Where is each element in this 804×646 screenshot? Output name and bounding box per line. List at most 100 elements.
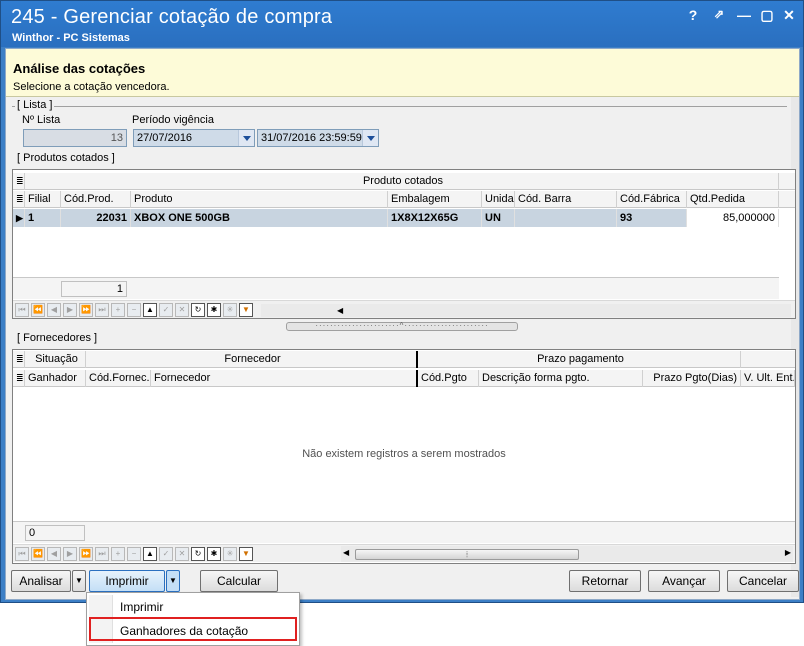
refresh-icon[interactable]: ↻ [191, 303, 205, 317]
col-v-ult-ent[interactable]: V. Ult. Ent. [741, 370, 795, 387]
nro-lista-field[interactable]: 13 [23, 129, 127, 147]
close-icon[interactable]: ✕ [780, 7, 798, 24]
filter-icon[interactable]: ▼ [239, 547, 253, 561]
fornecedores-hscroll[interactable]: ◀ ⦙ ▶ [341, 546, 793, 562]
lista-group-title: [ Lista ] [15, 99, 55, 111]
cell-qtd-pedida: 85,000000 [687, 209, 779, 227]
minimize-icon[interactable]: — [735, 7, 753, 23]
produtos-navigator: ⏮ ⏪ ◀ ▶ ⏩ ⏭ + − ▲ ✓ ✕ ↻ ✱ ✳ ▼ ◀ [13, 300, 795, 318]
col-cod-prod[interactable]: Cód.Prod. [61, 191, 131, 208]
first-record-icon[interactable]: ⏮ [15, 547, 29, 561]
edit-icon[interactable]: ▲ [143, 547, 157, 561]
page-header: Análise das cotações Selecione a cotação… [6, 49, 799, 97]
calcular-custo-button[interactable]: Calcular Custo [200, 570, 278, 608]
imprimir-menu: Imprimir Ganhadores da cotação [86, 592, 300, 646]
prev-record-icon[interactable]: ◀ [47, 303, 61, 317]
grid-menu-icon[interactable]: ≣ [13, 191, 25, 208]
produtos-hscroll[interactable]: ◀ [261, 304, 791, 317]
fornecedores-band-header: ≣ Situação Fornecedor Prazo pagamento [13, 351, 795, 368]
imprimir-dropdown-icon[interactable]: ▼ [166, 570, 180, 592]
menu-item-imprimir[interactable]: Imprimir [89, 595, 297, 619]
next-record-icon[interactable]: ▶ [63, 303, 77, 317]
scroll-right-icon[interactable]: ▶ [785, 548, 791, 557]
page-instruction: Selecione a cotação vencedora. [13, 81, 170, 93]
chevron-down-icon[interactable] [362, 130, 378, 146]
insert-icon[interactable]: + [111, 303, 125, 317]
grid-menu-icon[interactable]: ≣ [13, 173, 25, 190]
col-prazo-pgto[interactable]: Prazo Pgto(Dias) [643, 370, 741, 387]
col-qtd-pedida[interactable]: Qtd.Pedida [687, 191, 779, 208]
post-icon[interactable]: ✓ [159, 547, 173, 561]
col-descricao-forma-pgto[interactable]: Descrição forma pgto. [479, 370, 643, 387]
next-page-icon[interactable]: ⏩ [79, 547, 93, 561]
splitter-handle[interactable]: ·······················^················… [286, 322, 518, 331]
band-fornecedor: Fornecedor [86, 351, 418, 368]
col-filial[interactable]: Filial [25, 191, 61, 208]
delete-icon[interactable]: − [127, 303, 141, 317]
cancelar-button[interactable]: Cancelar [727, 570, 799, 592]
goto-bookmark-icon[interactable]: ✳ [223, 303, 237, 317]
cancel-edit-icon[interactable]: ✕ [175, 547, 189, 561]
col-ganhador[interactable]: Ganhador [25, 370, 86, 387]
grid-menu-icon[interactable]: ≣ [13, 370, 25, 387]
cell-unidade: UN [482, 209, 515, 227]
bookmark-icon[interactable]: ✱ [207, 547, 221, 561]
cell-cod-barra [515, 209, 617, 227]
edit-icon[interactable]: ▲ [143, 303, 157, 317]
first-record-icon[interactable]: ⏮ [15, 303, 29, 317]
prev-page-icon[interactable]: ⏪ [31, 547, 45, 561]
prev-page-icon[interactable]: ⏪ [31, 303, 45, 317]
prev-record-icon[interactable]: ◀ [47, 547, 61, 561]
col-embalagem[interactable]: Embalagem [388, 191, 482, 208]
col-unidade[interactable]: Unida [482, 191, 515, 208]
cancel-edit-icon[interactable]: ✕ [175, 303, 189, 317]
date-start-value: 27/07/2016 [137, 132, 193, 144]
delete-icon[interactable]: − [127, 547, 141, 561]
grid-menu-icon[interactable]: ≣ [13, 351, 25, 368]
date-start-picker[interactable]: 27/07/2016 [133, 129, 255, 147]
imprimir-button[interactable]: Imprimir [89, 570, 165, 592]
fornecedores-column-header: ≣ Ganhador Cód.Fornec. Fornecedor Cód.Pg… [13, 370, 795, 387]
next-record-icon[interactable]: ▶ [63, 547, 77, 561]
table-row[interactable]: ▶ 1 22031 XBOX ONE 500GB 1X8X12X65G UN 9… [13, 209, 779, 227]
last-record-icon[interactable]: ⏭ [95, 547, 109, 561]
band-prazo-pagamento: Prazo pagamento [418, 351, 741, 368]
last-record-icon[interactable]: ⏭ [95, 303, 109, 317]
fornecedores-grid: ≣ Situação Fornecedor Prazo pagamento ≣ … [12, 349, 796, 564]
date-end-picker[interactable]: 31/07/2016 23:59:59 [257, 129, 379, 147]
col-cod-fabrica[interactable]: Cód.Fábrica [617, 191, 687, 208]
date-end-value: 31/07/2016 23:59:59 [261, 132, 362, 144]
col-cod-fornec[interactable]: Cód.Fornec. [86, 370, 151, 387]
goto-bookmark-icon[interactable]: ✳ [223, 547, 237, 561]
help-icon[interactable]: ? [684, 7, 702, 23]
chevron-down-icon[interactable] [238, 130, 254, 146]
filter-icon[interactable]: ▼ [239, 303, 253, 317]
window-subtitle: Winthor - PC Sistemas [12, 32, 130, 44]
fornecedores-group-title: [ Fornecedores ] [15, 332, 100, 344]
window-title: 245 - Gerenciar cotação de compra [11, 6, 333, 28]
menu-item-ganhadores-da-cotacao[interactable]: Ganhadores da cotação [89, 617, 297, 641]
scroll-thumb[interactable]: ⦙ [355, 549, 579, 560]
refresh-icon[interactable]: ↻ [191, 547, 205, 561]
produtos-count: 1 [61, 281, 127, 297]
client-area: Análise das cotações Selecione a cotação… [5, 48, 800, 608]
col-cod-pgto[interactable]: Cód.Pgto [418, 370, 479, 387]
col-produto[interactable]: Produto [131, 191, 388, 208]
analisar-dropdown-icon[interactable]: ▼ [72, 570, 86, 592]
post-icon[interactable]: ✓ [159, 303, 173, 317]
col-fornecedor[interactable]: Fornecedor [151, 370, 418, 387]
col-cod-barra[interactable]: Cód. Barra [515, 191, 617, 208]
fornecedores-footer: 0 [13, 521, 795, 543]
insert-icon[interactable]: + [111, 547, 125, 561]
analisar-button[interactable]: Analisar [11, 570, 71, 592]
avancar-button[interactable]: Avançar [648, 570, 720, 592]
scroll-left-icon[interactable]: ◀ [343, 548, 349, 557]
retornar-button[interactable]: Retornar [569, 570, 641, 592]
bookmark-icon[interactable]: ✱ [207, 303, 221, 317]
page-title: Análise das cotações [13, 61, 146, 76]
row-indicator-icon: ▶ [13, 209, 25, 227]
maximize-icon[interactable]: ▢ [758, 7, 776, 24]
lista-group [12, 106, 787, 107]
next-page-icon[interactable]: ⏩ [79, 303, 93, 317]
restore-icon[interactable]: ⇗ [710, 7, 728, 21]
